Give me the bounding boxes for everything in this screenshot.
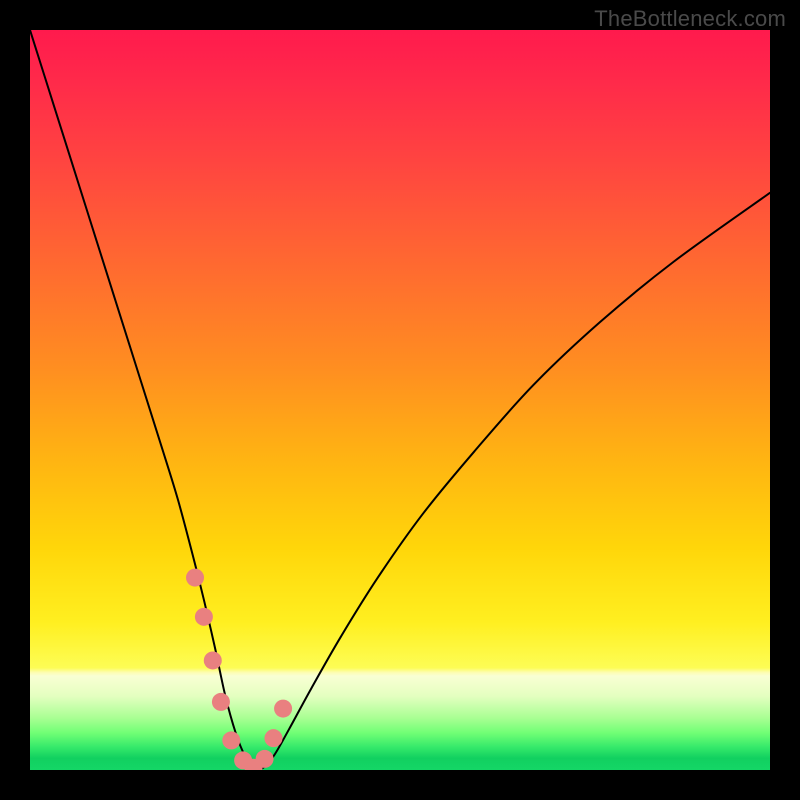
bottleneck-marker [204,651,222,669]
bottleneck-marker [274,700,292,718]
watermark-text: TheBottleneck.com [594,6,786,32]
bottleneck-marker [195,608,213,626]
bottleneck-marker [264,729,282,747]
chart-frame: TheBottleneck.com [0,0,800,800]
bottleneck-curve [30,30,770,769]
bottleneck-marker [212,693,230,711]
bottleneck-marker [222,731,240,749]
plot-area [30,30,770,770]
bottleneck-marker [186,569,204,587]
bottleneck-marker [256,750,274,768]
curve-layer [30,30,770,770]
marker-group [186,569,292,770]
